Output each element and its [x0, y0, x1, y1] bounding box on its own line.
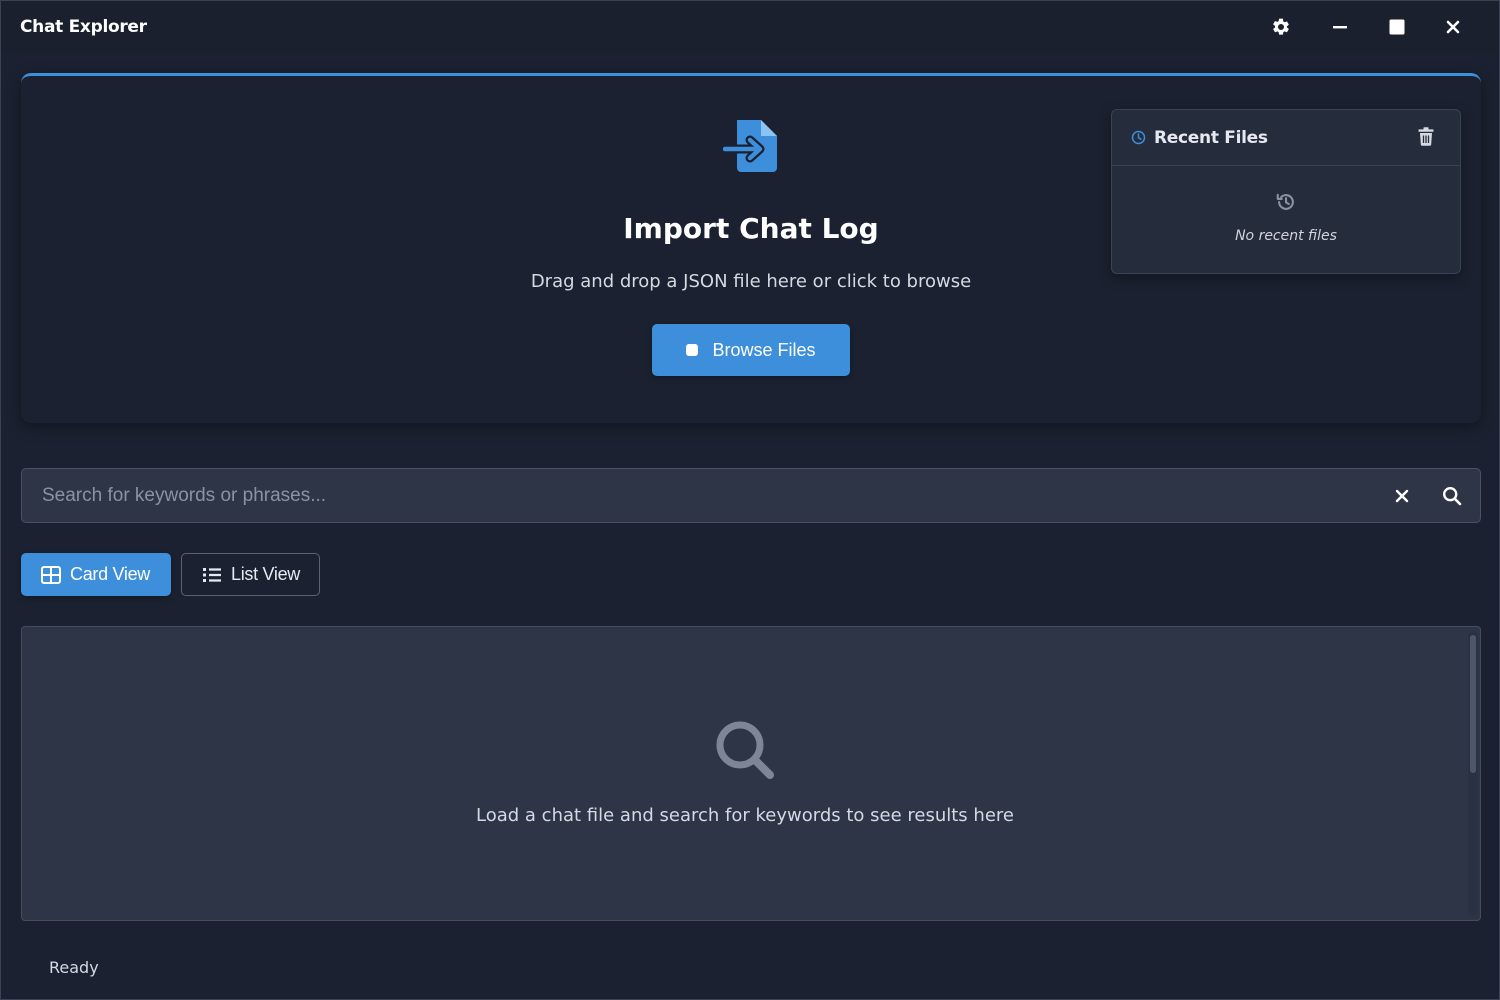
minimize-icon — [1333, 26, 1347, 29]
results-empty-message: Load a chat file and search for keywords… — [476, 805, 1014, 826]
list-icon — [203, 567, 221, 582]
stop-square-icon — [686, 344, 699, 356]
scrollbar-thumb[interactable] — [1470, 635, 1476, 773]
search-large-icon — [716, 721, 774, 779]
list-view-label: List View — [231, 564, 301, 584]
list-view-button[interactable]: List View — [181, 553, 320, 596]
gear-icon — [1273, 18, 1289, 35]
clock-icon — [1131, 130, 1146, 145]
file-import-icon — [723, 120, 777, 172]
search-icon[interactable] — [1442, 486, 1462, 506]
recent-files-header: Recent Files — [1112, 110, 1460, 166]
clear-search-icon[interactable] — [1392, 486, 1412, 506]
card-view-button[interactable]: Card View — [21, 553, 171, 596]
card-view-label: Card View — [70, 564, 151, 584]
maximize-icon — [1389, 19, 1405, 35]
status-text: Ready — [49, 958, 99, 977]
recent-files-panel: Recent Files No recent files — [1111, 109, 1461, 274]
search-input[interactable] — [42, 469, 1382, 522]
import-subtitle: Drag and drop a JSON file here or click … — [530, 271, 972, 292]
browse-files-button[interactable]: Browse Files — [652, 324, 850, 376]
app-title: Chat Explorer — [20, 17, 147, 37]
grid-icon — [41, 565, 61, 584]
results-scrollbar[interactable] — [1468, 631, 1478, 916]
close-icon — [1446, 20, 1460, 34]
app-window: Chat Explorer Import Chat Log Drag and d… — [0, 0, 1500, 1000]
results-panel: Load a chat file and search for keywords… — [21, 626, 1481, 921]
minimize-button[interactable] — [1324, 11, 1356, 43]
trash-icon[interactable] — [1418, 127, 1434, 146]
close-button[interactable] — [1437, 11, 1469, 43]
recent-files-title: Recent Files — [1154, 128, 1268, 148]
history-icon — [1276, 193, 1294, 210]
no-recent-files-text: No recent files — [1235, 228, 1337, 244]
browse-files-label: Browse Files — [712, 339, 816, 360]
search-bar — [21, 468, 1481, 523]
settings-button[interactable] — [1265, 11, 1297, 43]
maximize-button[interactable] — [1381, 11, 1413, 43]
title-bar[interactable]: Chat Explorer — [1, 1, 1499, 53]
